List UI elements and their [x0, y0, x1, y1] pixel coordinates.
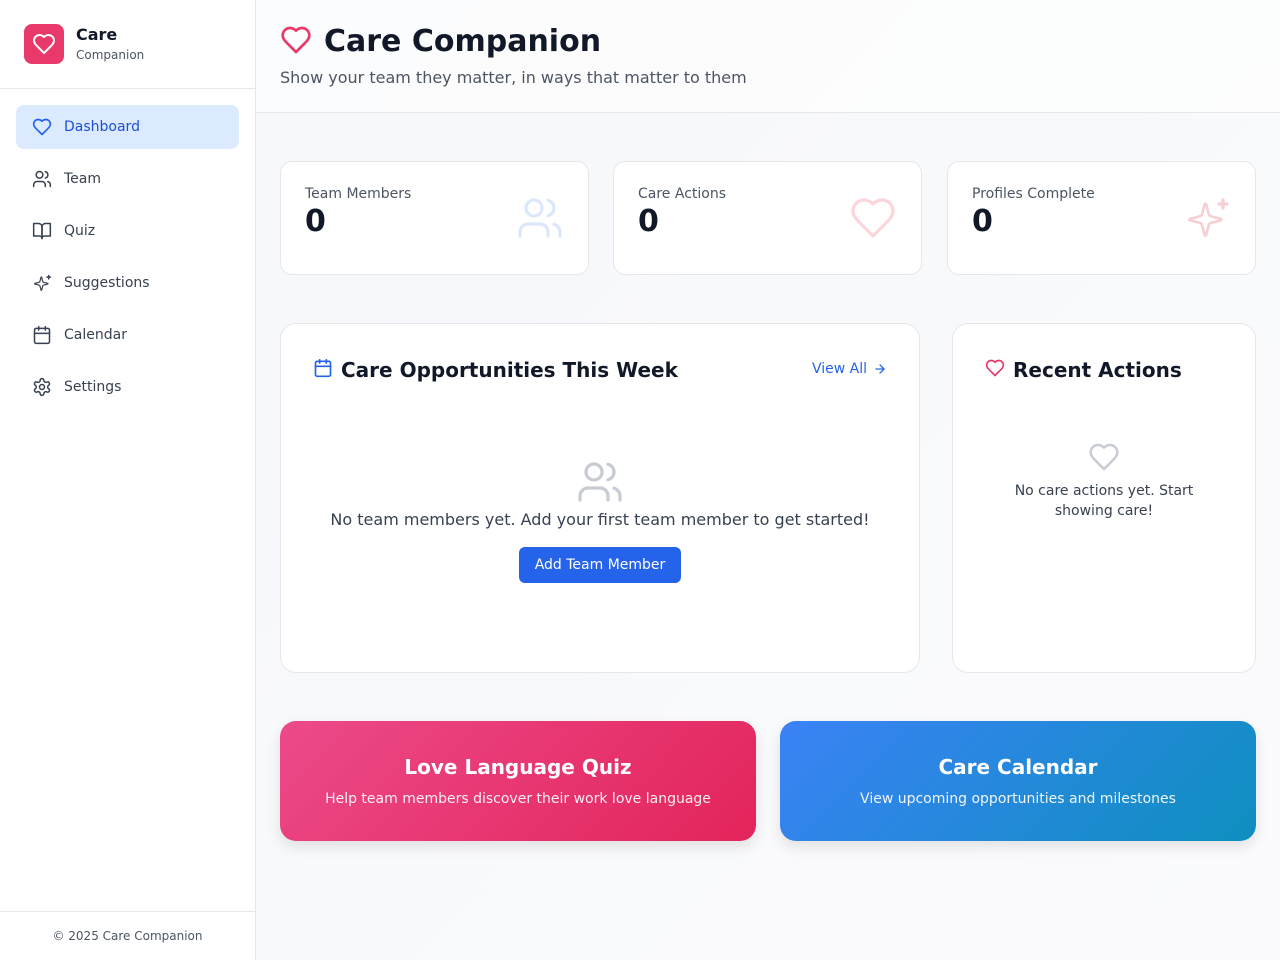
- sidebar-item-label: Settings: [64, 379, 122, 395]
- gear-icon: [32, 377, 52, 397]
- sidebar-item-suggestions[interactable]: Suggestions: [16, 261, 239, 305]
- brand-name: Care: [76, 25, 118, 44]
- panel-title: Recent Actions: [1013, 358, 1182, 382]
- heart-icon: [985, 358, 1005, 382]
- cta-title: Love Language Quiz: [404, 755, 632, 779]
- heart-icon: [33, 34, 55, 54]
- sidebar-item-label: Calendar: [64, 327, 127, 343]
- love-language-quiz-card[interactable]: Love Language Quiz Help team members dis…: [280, 721, 756, 841]
- brand-subtitle: Companion: [76, 48, 145, 62]
- heart-icon: [849, 194, 897, 242]
- page-title: Care Companion: [324, 24, 602, 59]
- sparkles-icon: [1183, 194, 1231, 242]
- book-icon: [32, 221, 52, 241]
- sidebar-item-label: Suggestions: [64, 275, 150, 291]
- care-calendar-card[interactable]: Care Calendar View upcoming opportunitie…: [780, 721, 1256, 841]
- empty-state: No team members yet. Add your first team…: [281, 458, 919, 583]
- cta-subtitle: Help team members discover their work lo…: [325, 791, 711, 807]
- sidebar-item-quiz[interactable]: Quiz: [16, 209, 239, 253]
- sidebar: Care Companion Dashboard Team Quiz Sugge…: [0, 0, 256, 960]
- sidebar-item-settings[interactable]: Settings: [16, 365, 239, 409]
- sidebar-item-dashboard[interactable]: Dashboard: [16, 105, 239, 149]
- sidebar-item-label: Dashboard: [64, 119, 140, 135]
- sidebar-item-team[interactable]: Team: [16, 157, 239, 201]
- panel-title: Care Opportunities This Week: [341, 358, 678, 382]
- sidebar-nav: Dashboard Team Quiz Suggestions Calendar: [0, 89, 255, 433]
- sidebar-item-label: Team: [64, 171, 102, 187]
- calendar-icon: [313, 358, 333, 382]
- sidebar-footer: © 2025 Care Companion: [0, 911, 255, 960]
- stat-card-team-members: Team Members 0: [280, 161, 589, 275]
- sparkles-icon: [32, 273, 52, 293]
- recent-empty-line-2: showing care!: [1054, 503, 1154, 519]
- stat-card-profiles-complete: Profiles Complete 0: [947, 161, 1256, 275]
- recent-actions-panel: Recent Actions No care actions yet. Star…: [952, 323, 1256, 673]
- brand-logo: [24, 24, 64, 64]
- view-all-label: View All: [811, 361, 867, 377]
- recent-empty-line-1: No care actions yet. Start: [1014, 483, 1194, 499]
- care-opportunities-panel: Care Opportunities This Week View All No…: [280, 323, 920, 673]
- page-header: Care Companion Show your team they matte…: [256, 0, 1280, 113]
- brand[interactable]: Care Companion: [0, 0, 255, 89]
- heart-icon: [32, 117, 52, 137]
- empty-message: No team members yet. Add your first team…: [330, 510, 870, 529]
- stat-card-care-actions: Care Actions 0: [613, 161, 922, 275]
- cta-title: Care Calendar: [938, 755, 1098, 779]
- sidebar-item-label: Quiz: [64, 223, 96, 239]
- recent-empty-state: No care actions yet. Start showing care!: [953, 441, 1255, 521]
- users-icon: [576, 458, 624, 510]
- sidebar-item-calendar[interactable]: Calendar: [16, 313, 239, 357]
- heart-icon: [1088, 441, 1120, 477]
- cta-subtitle: View upcoming opportunities and mileston…: [860, 791, 1176, 807]
- arrow-right-icon: [873, 362, 887, 376]
- users-icon: [516, 194, 564, 242]
- users-icon: [32, 169, 52, 189]
- heart-icon: [280, 24, 312, 60]
- add-team-member-button[interactable]: Add Team Member: [518, 547, 682, 583]
- calendar-icon: [32, 325, 52, 345]
- page-subtitle: Show your team they matter, in ways that…: [280, 68, 747, 87]
- view-all-link[interactable]: View All: [812, 361, 887, 377]
